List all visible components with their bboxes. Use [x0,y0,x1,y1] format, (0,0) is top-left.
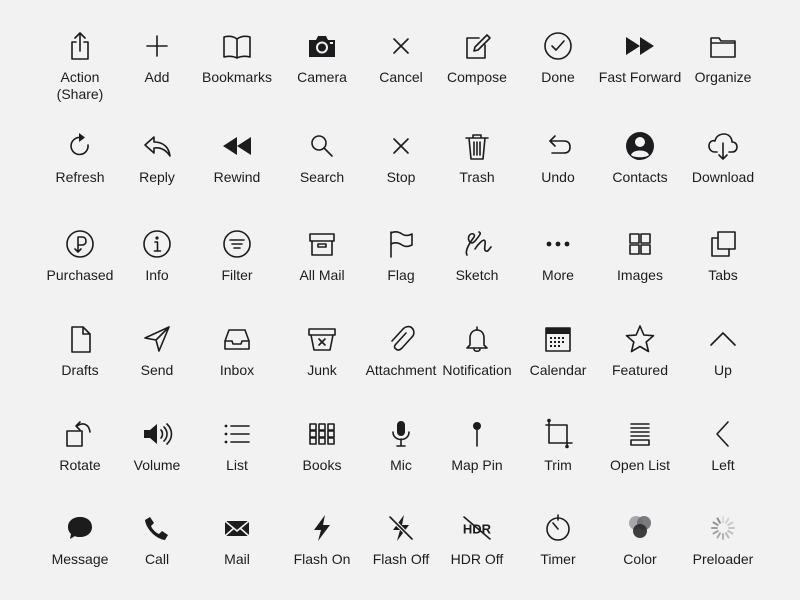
call-icon [141,512,173,544]
all-mail-icon [306,228,338,260]
rotate-icon [64,418,96,450]
more-icon [542,228,574,260]
images-icon [624,228,656,260]
info-icon [141,228,173,260]
flash-off-icon [385,512,417,544]
notification-icon [461,323,493,355]
contacts-icon [624,130,656,162]
trim-icon [542,418,574,450]
attachment-icon [385,323,417,355]
bookmarks-icon [221,30,253,62]
timer-icon [542,512,574,544]
search-icon [306,130,338,162]
list-icon [221,418,253,450]
compose-icon [461,30,493,62]
refresh-icon [64,130,96,162]
send-icon [141,323,173,355]
action-share-icon [64,30,96,62]
volume-icon [141,418,173,450]
fast-forward-icon [624,30,656,62]
message-icon [64,512,96,544]
inbox-icon [221,323,253,355]
open-list-icon [624,418,656,450]
up-icon [707,323,739,355]
icon-grid: Action (Share) Add Bookmarks Camera Cancel Co… [0,0,800,600]
download-item[interactable]: Download [677,130,769,210]
camera-icon [306,30,338,62]
stop-icon [385,130,417,162]
preloader-icon [707,512,739,544]
color-icon [624,512,656,544]
mic-icon [385,418,417,450]
tabs-icon [707,228,739,260]
filter-icon [221,228,253,260]
reply-icon [141,130,173,162]
flag-icon [385,228,417,260]
hdr-off-icon: HDR [461,512,493,544]
organize-label: Organize [694,69,752,85]
download-label: Download [691,169,755,185]
left-label: Left [711,457,735,473]
drafts-icon [64,323,96,355]
books-icon [306,418,338,450]
purchased-icon [64,228,96,260]
organize-icon [707,30,739,62]
featured-icon [624,323,656,355]
up-label: Up [714,362,732,378]
map-pin-icon [461,418,493,450]
flash-on-icon [306,512,338,544]
organize-item[interactable]: Organize [677,30,769,110]
junk-icon [306,323,338,355]
up-item[interactable]: Up [677,323,769,403]
done-icon [542,30,574,62]
left-item[interactable]: Left [677,418,769,498]
add-icon [141,30,173,62]
rewind-icon [221,130,253,162]
calendar-icon [542,323,574,355]
tabs-item[interactable]: Tabs [677,228,769,308]
trash-icon [461,130,493,162]
tabs-label: Tabs [708,267,738,283]
preloader-label: Preloader [692,551,754,567]
left-icon [707,418,739,450]
preloader-item[interactable]: Preloader [677,512,769,592]
undo-icon [542,130,574,162]
mail-icon [221,512,253,544]
cancel-icon [385,30,417,62]
sketch-icon [461,228,493,260]
download-icon [707,130,739,162]
